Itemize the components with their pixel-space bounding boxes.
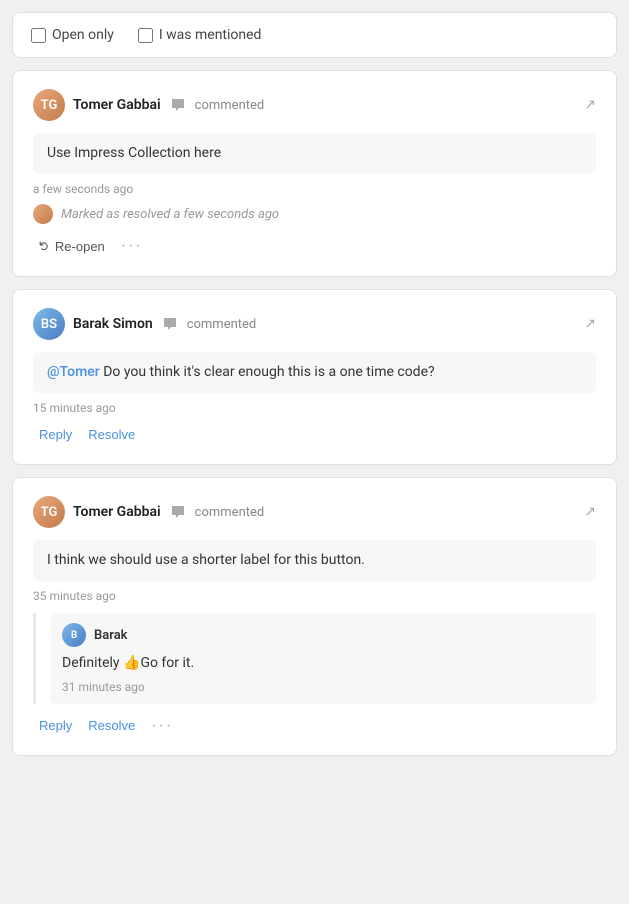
action-label-3: commented [195,505,265,520]
reply-avatar-3-0: B [62,623,86,647]
reply-thread-3: B Barak Definitely 👍Go for it. 31 minute… [33,613,596,704]
comment-header-2: BS Barak Simon commented ↗ [33,308,596,340]
comment-body-3: I think we should use a shorter label fo… [33,540,596,581]
more-button-3[interactable]: ··· [145,716,179,736]
reply-header-3-0: B Barak [62,623,584,647]
reopen-label-1: Re-open [55,239,105,254]
comment-icon-3 [169,503,187,521]
comment-header-left-1: TG Tomer Gabbai commented [33,89,264,121]
comment-body-1: Use Impress Collection here [33,133,596,174]
reply-item-3-0: B Barak Definitely 👍Go for it. 31 minute… [50,613,596,704]
comment-time-1: a few seconds ago [33,182,596,196]
comment-time-3: 35 minutes ago [33,589,596,603]
reply-text-3-0: Definitely 👍Go for it. [62,653,584,674]
external-link-icon-1[interactable]: ↗ [584,98,596,112]
comment-text-3: I think we should use a shorter label fo… [47,552,365,568]
external-link-icon-2[interactable]: ↗ [584,317,596,331]
resolved-row-1: Marked as resolved a few seconds ago [33,204,596,224]
mention-2: @Tomer [47,364,100,380]
action-row-1: ↺ Re-open ··· [33,234,596,258]
comment-card-1: TG Tomer Gabbai commented ↗ Use Impress … [12,70,617,277]
reply-author-3-0: Barak [94,628,128,643]
action-label-2: commented [187,317,257,332]
comment-text-2: Do you think it's clear enough this is a… [100,364,435,380]
author-name-3: Tomer Gabbai [73,504,161,520]
comment-header-1: TG Tomer Gabbai commented ↗ [33,89,596,121]
comment-text-1: Use Impress Collection here [47,145,221,161]
action-row-3: Reply Resolve ··· [33,714,596,737]
comment-card-2: BS Barak Simon commented ↗ @Tomer Do you… [12,289,617,465]
resolve-button-2[interactable]: Resolve [82,423,141,446]
comment-header-left-2: BS Barak Simon commented [33,308,256,340]
filter-bar: Open only I was mentioned [12,12,617,58]
resolve-label-2: Resolve [88,427,135,442]
reply-button-3[interactable]: Reply [33,714,78,737]
mentioned-filter[interactable]: I was mentioned [138,27,262,43]
action-row-2: Reply Resolve [33,423,596,446]
comment-body-2: @Tomer Do you think it's clear enough th… [33,352,596,393]
open-only-label: Open only [52,27,114,43]
reopen-button-1[interactable]: ↺ Re-open [33,234,111,258]
resolved-text-1: Marked as resolved a few seconds ago [61,207,279,222]
action-label-1: commented [195,98,265,113]
open-only-filter[interactable]: Open only [31,27,114,43]
avatar-barak-2: BS [33,308,65,340]
comment-header-left-3: TG Tomer Gabbai commented [33,496,264,528]
comment-icon-2 [161,315,179,333]
reply-label-3: Reply [39,718,72,733]
reply-button-2[interactable]: Reply [33,423,78,446]
resolve-label-3: Resolve [88,718,135,733]
external-link-icon-3[interactable]: ↗ [584,505,596,519]
mentioned-label: I was mentioned [159,27,262,43]
reply-label-2: Reply [39,427,72,442]
resolve-button-3[interactable]: Resolve [82,714,141,737]
reopen-icon-1: ↺ [36,241,52,252]
comment-icon-1 [169,96,187,114]
comment-card-3: TG Tomer Gabbai commented ↗ I think we s… [12,477,617,756]
avatar-tomer-3: TG [33,496,65,528]
author-name-2: Barak Simon [73,316,153,332]
comment-header-3: TG Tomer Gabbai commented ↗ [33,496,596,528]
more-button-1[interactable]: ··· [115,236,149,256]
resolved-avatar-1 [33,204,53,224]
reply-time-3-0: 31 minutes ago [62,680,584,694]
avatar-tomer-1: TG [33,89,65,121]
open-only-checkbox[interactable] [31,28,46,43]
comment-time-2: 15 minutes ago [33,401,596,415]
author-name-1: Tomer Gabbai [73,97,161,113]
mentioned-checkbox[interactable] [138,28,153,43]
